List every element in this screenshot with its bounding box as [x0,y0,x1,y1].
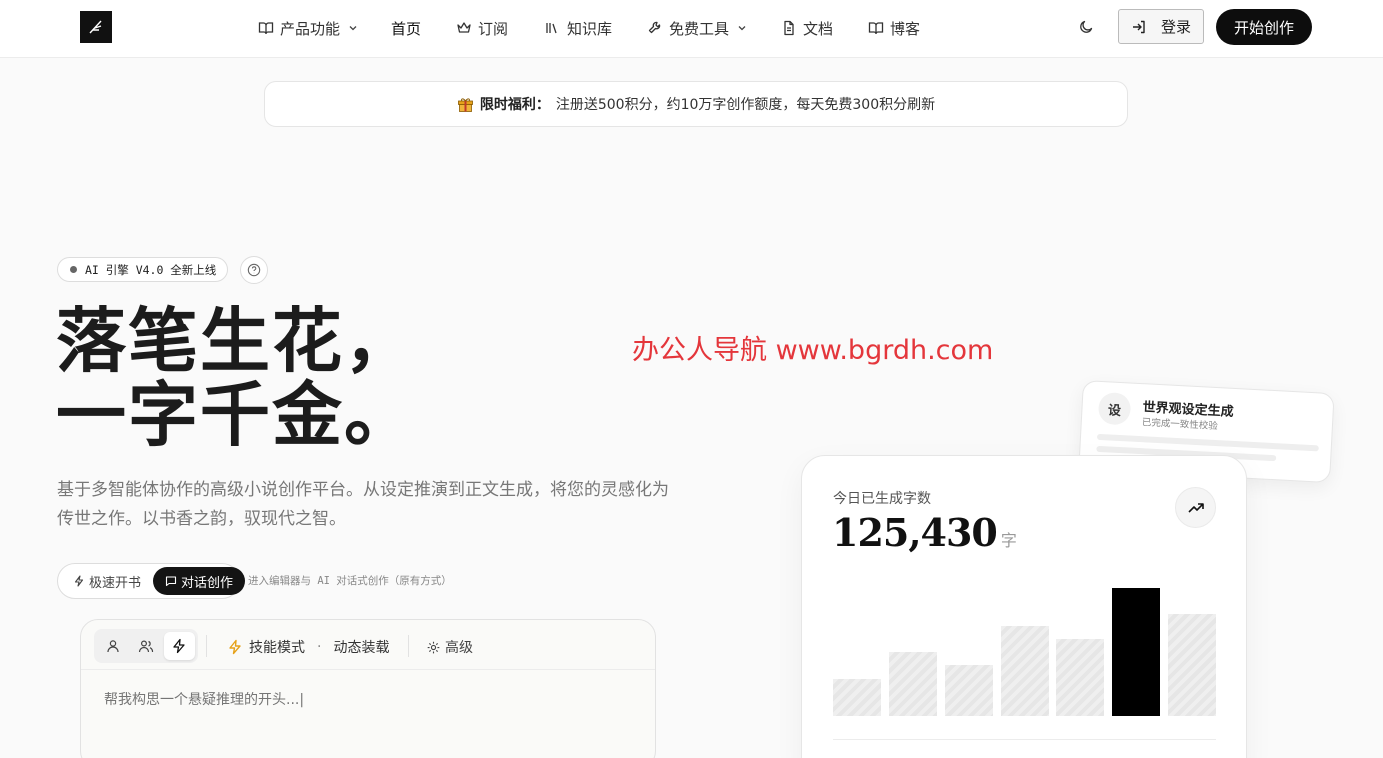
stats-unit: 字 [1000,531,1017,550]
advanced-label: 高级 [445,640,473,656]
prompt-composer: 技能模式 · 动态装载 高级 [80,619,656,758]
mode-chat-create[interactable]: 对话创作 [153,567,246,595]
book-open-icon [868,22,884,35]
chevron-down-icon [738,26,746,31]
watermark-text: 办公人导航 www.bgrdh.com [632,335,994,366]
mode-label: 对话创作 [181,575,234,591]
message-square-icon [165,576,177,587]
daily-bar-chart [833,576,1216,716]
stats-value-row: 125,430 字 [832,510,1017,555]
feather-logo-icon [89,20,102,34]
login-label: 登录 [1160,18,1191,36]
crown-icon [457,22,471,33]
login-button[interactable]: 登录 [1118,9,1204,44]
log-in-icon [1132,20,1145,33]
hero-description: 基于多智能体协作的高级小说创作平台。从设定推演到正文生成，将您的灵感化为传世之作… [57,480,669,529]
start-label: 开始创作 [1233,18,1294,37]
nav-label: 博客 [890,19,921,38]
nav-label: 文档 [803,19,834,38]
promo-banner: 限时福利： 注册送500积分，约10万字创作额度，每天免费300积分刷新 [264,81,1128,127]
nav-label: 首页 [391,19,422,38]
mode-hint: 进入编辑器与 AI 对话式创作（原有方式） [248,575,452,587]
nav-label: 知识库 [567,19,613,38]
toolbar-divider [206,635,207,657]
bar [1168,614,1216,716]
multi-agent-button[interactable] [130,632,161,660]
wrench-icon [648,21,661,34]
stats-value: 125,430 [832,510,998,555]
help-button[interactable] [240,256,268,284]
nav-item-home[interactable]: 首页 [391,17,421,39]
hero-title-line2: 一字千金。 [56,373,416,456]
skill-mode-label: 技能模式 [249,640,305,656]
book-open-icon [258,22,274,35]
promo-text: 注册送500积分，约10万字创作额度，每天免费300积分刷新 [555,97,936,113]
agent-mode-group [94,629,198,663]
prompt-input[interactable] [104,692,624,708]
nav-item-knowledge[interactable]: 知识库 [545,17,612,39]
nav-item-free-tools[interactable]: 免费工具 [647,17,747,39]
nav-item-subscribe[interactable]: 订阅 [456,17,508,39]
bar [888,652,937,716]
zap-icon [74,575,84,587]
nav-item-blog[interactable]: 博客 [868,17,920,39]
toolbar-divider [408,635,409,657]
logo[interactable] [80,11,112,43]
file-text-icon [784,20,794,36]
start-creating-button[interactable]: 开始创作 [1216,9,1312,45]
badge-label: AI 引擎 V4.0 全新上线 [85,262,217,277]
creation-mode-toggle: 极速开书 对话创作 [57,563,246,599]
settings-icon [427,641,440,653]
mode-quick-start[interactable]: 极速开书 [61,567,153,595]
nav-label: 订阅 [478,19,509,38]
zap-icon [229,639,241,655]
bar [944,665,993,716]
skill-mode-selector[interactable]: 技能模式 · 动态装载 [227,637,389,657]
library-icon [546,23,557,34]
trending-up-icon [1187,502,1204,513]
version-badge: AI 引擎 V4.0 全新上线 [57,257,228,282]
divider [833,739,1216,740]
bar [833,679,881,716]
mode-label: 极速开书 [89,575,142,591]
trend-button[interactable] [1175,487,1216,528]
top-navbar: 产品功能 首页 订阅 知识库 免费工具 文档 博客 登录 开始创作 [0,0,1383,58]
worldbuilding-subtitle: 已完成一致性校验 [1141,417,1219,433]
theme-toggle-button[interactable] [1076,17,1096,37]
worldbuilding-icon: 设 [1097,391,1132,426]
separator-dot: · [317,639,322,655]
help-circle-icon [247,263,261,277]
promo-lead: 限时福利： [479,97,550,113]
bar-highlight [1112,588,1161,716]
hero-title-line1: 落笔生花， [56,299,416,382]
hero-title: 落笔生花， 一字千金。 [56,304,416,452]
chevron-down-icon [349,26,357,31]
dynamic-load-label: 动态装载 [333,640,390,656]
single-agent-button[interactable] [97,632,128,660]
moon-icon [1080,20,1093,33]
user-icon [107,640,119,653]
status-dot [70,266,77,273]
nav-label: 免费工具 [669,19,730,38]
nav-item-features[interactable]: 产品功能 [258,17,358,39]
daily-stats-card: 今日已生成字数 125,430 字 [801,455,1247,758]
gift-icon [457,97,473,112]
users-icon [138,640,154,653]
nav-label: 产品功能 [280,19,341,38]
stats-label: 今日已生成字数 [833,491,931,507]
nav-item-docs[interactable]: 文档 [781,17,833,39]
composer-toolbar: 技能模式 · 动态装载 高级 [81,620,655,670]
bar [1000,626,1049,716]
zap-icon [173,638,185,654]
advanced-settings-button[interactable]: 高级 [426,637,473,657]
bar [1056,639,1105,716]
skill-mode-button[interactable] [163,632,195,660]
